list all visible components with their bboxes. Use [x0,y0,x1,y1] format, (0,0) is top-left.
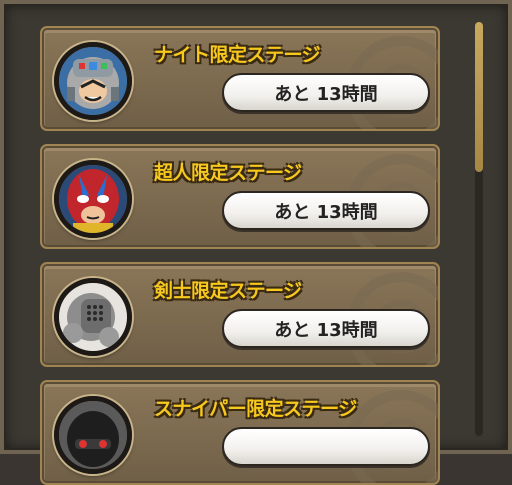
swordsman-character-icon [54,278,132,356]
scrollbar-thumb[interactable] [475,22,483,172]
stage-card-sniper[interactable]: スナイパー限定ステージ [40,380,440,485]
stage-title: スナイパー限定ステージ [154,398,357,420]
stage-title: ナイト限定ステージ [154,44,321,66]
stage-title: 剣士限定ステージ [154,280,302,302]
stage-card-superhuman[interactable]: 超人限定ステージ あと 13時間 [40,144,440,249]
stage-card-knight[interactable]: ナイト限定ステージ あと 13時間 [40,26,440,131]
sniper-character-icon [54,396,132,474]
knight-character-icon [54,42,132,120]
superhuman-character-icon [54,160,132,238]
time-remaining-badge: あと 13時間 [222,73,430,112]
time-remaining-badge: あと 13時間 [222,191,430,230]
time-remaining-badge: あと 13時間 [222,309,430,348]
stage-title: 超人限定ステージ [154,162,302,184]
time-remaining-badge [222,427,430,466]
stage-card-swordsman[interactable]: 剣士限定ステージ あと 13時間 [40,262,440,367]
